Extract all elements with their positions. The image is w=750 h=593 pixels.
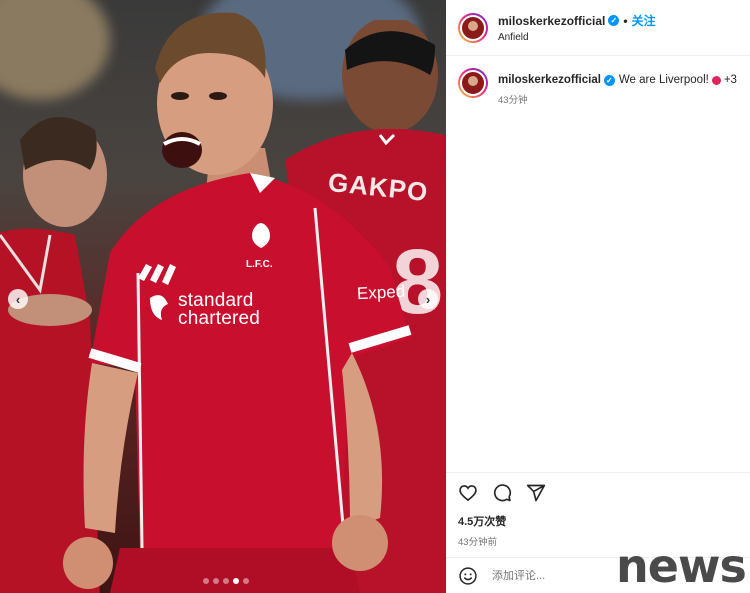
carousel-dot [243,578,249,584]
chevron-right-icon: › [425,291,431,307]
verified-badge-icon: ✓ [603,74,615,86]
comment-icon[interactable] [492,483,512,503]
crest-text: L.F.C. [246,259,273,270]
like-count[interactable]: 4.5万次赞 [458,513,750,529]
avatar[interactable] [458,12,488,43]
caption-avatar[interactable] [458,68,488,98]
post-header: miloskerkezofficial ✓ • 关注 Anfield [446,0,750,56]
carousel-prev-button[interactable]: ‹ [8,289,28,309]
verified-badge-icon: ✓ [608,15,620,26]
comment-input[interactable] [492,569,602,582]
post-info-panel: miloskerkezofficial ✓ • 关注 Anfield milos… [446,0,750,593]
emoji-icon[interactable] [458,566,478,586]
carousel-dot [203,578,209,584]
caption-extra: +3 [723,74,737,86]
chevron-left-icon: ‹ [15,291,21,307]
sponsor-line2-text: chartered [178,308,261,329]
caption-text: We are Liverpool! [618,74,709,86]
heart-icon[interactable] [458,483,478,503]
header-username[interactable]: miloskerkezofficial [498,14,605,28]
caption-block: miloskerkezofficial ✓ We are Liverpool! … [458,68,737,106]
post-photo[interactable]: GAKPO 8 L.F.C. standard chartered Exped … [0,0,446,593]
caption-timestamp: 43分钟 [498,95,528,106]
carousel-dot [213,578,219,584]
news-watermark: news [616,539,747,593]
red-circle-emoji-icon [711,75,721,85]
location-link[interactable]: Anfield [498,32,656,43]
actions-section: 4.5万次赞 43分钟前 [446,472,750,548]
follow-button[interactable]: 关注 [632,12,656,29]
share-icon[interactable] [526,483,546,503]
caption-username[interactable]: miloskerkezofficial [498,74,601,86]
carousel-indicator [203,578,249,584]
sleeve-sponsor-text: Exped [356,281,406,304]
action-bar [446,473,750,503]
carousel-dot-active [233,578,239,584]
separator-dot: • [623,13,628,28]
carousel-dot [223,578,229,584]
carousel-next-button[interactable]: › [418,289,438,309]
